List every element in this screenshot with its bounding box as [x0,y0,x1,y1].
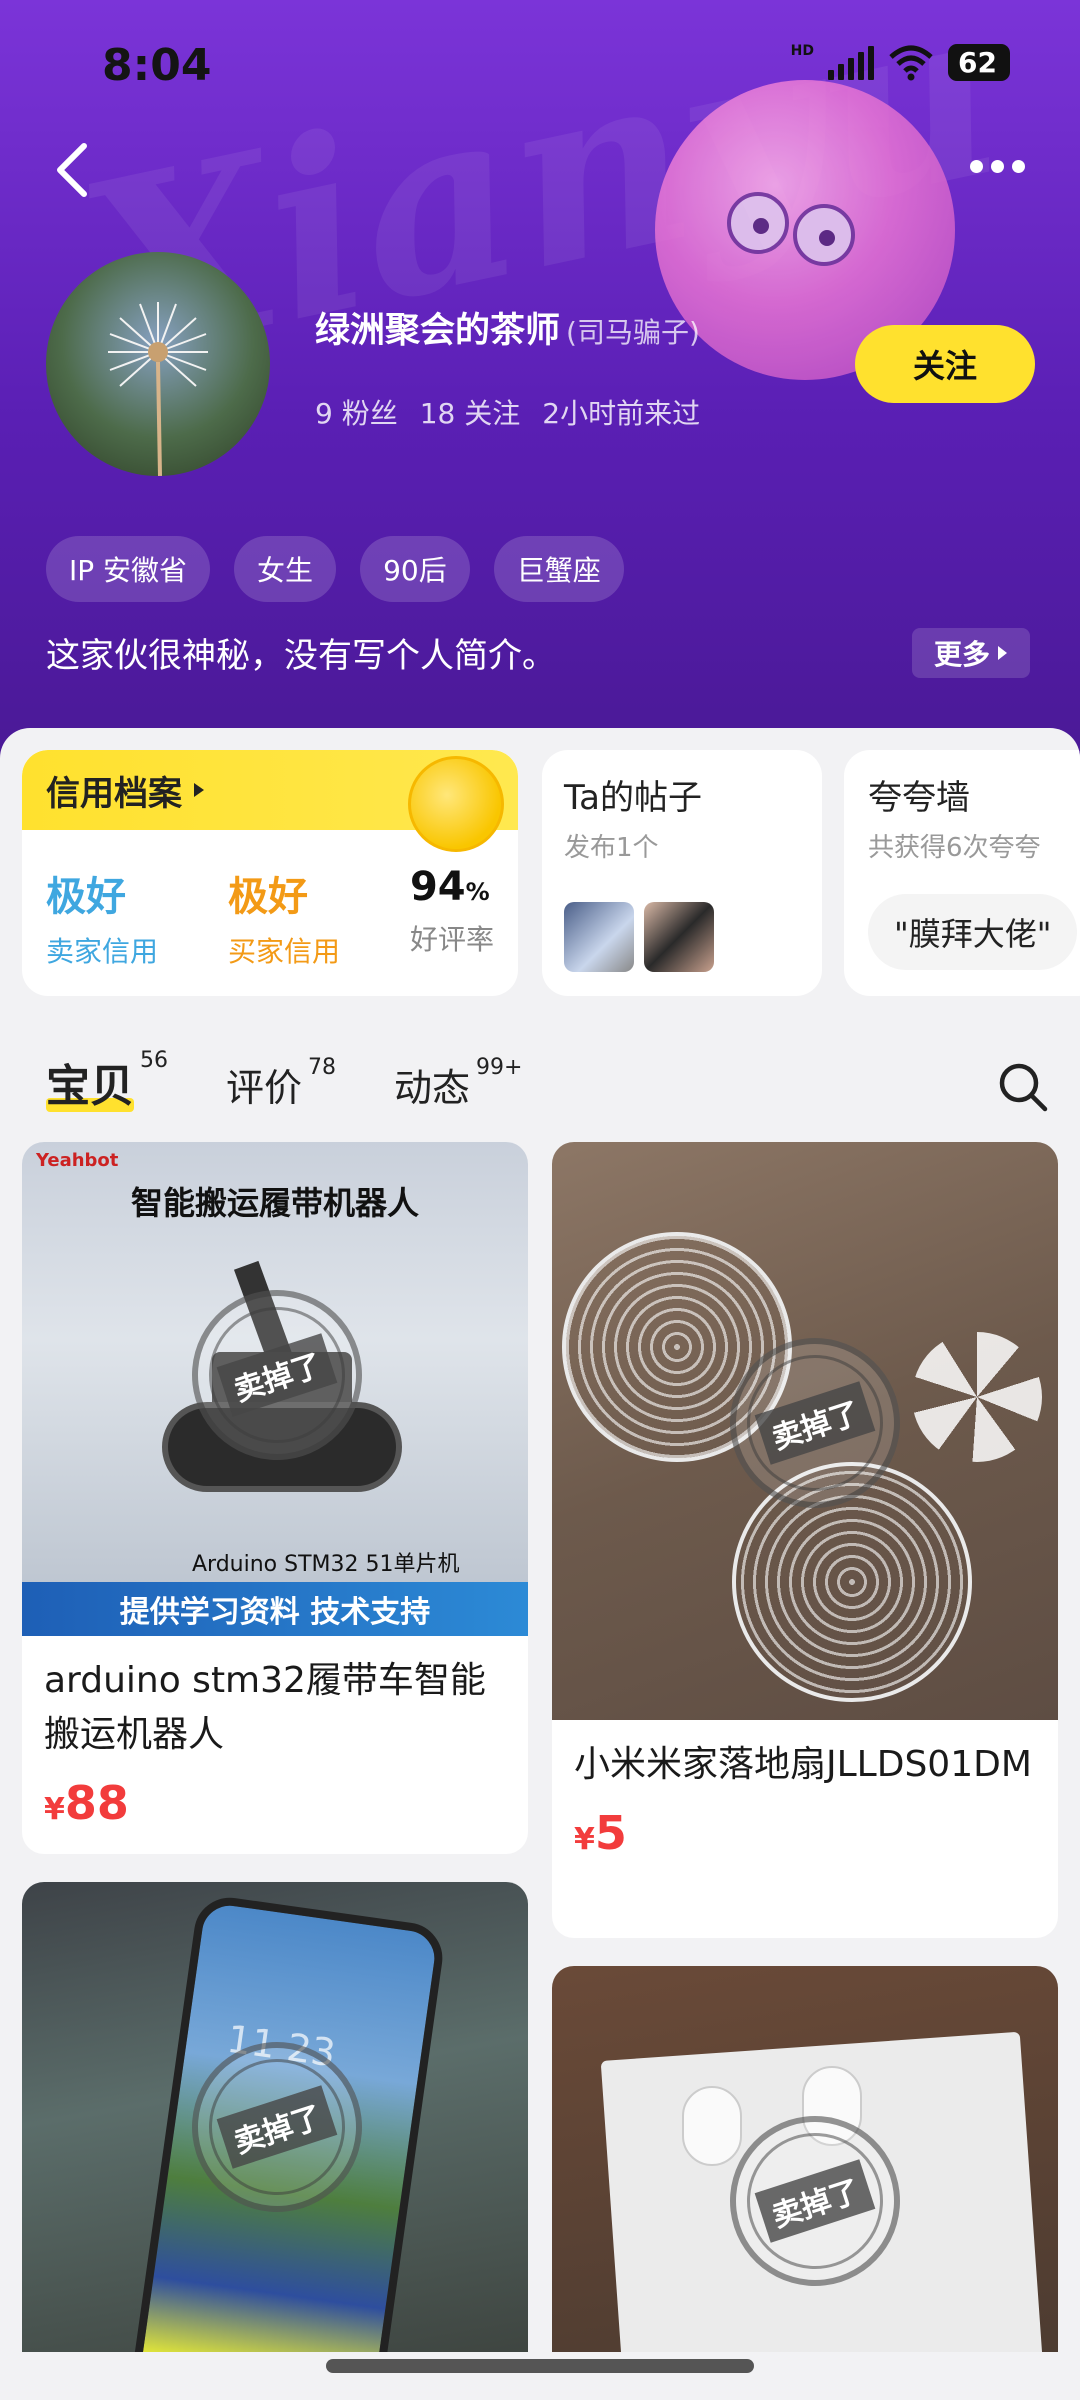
positive-rate-value: 94 [409,864,466,910]
product-card[interactable]: 11 23 卖掉了 [22,1882,528,2400]
profile-tags: IP 安徽省 女生 90后 巨蟹座 [46,536,624,602]
image-banner: 提供学习资料 技术支持 [22,1582,528,1636]
following-count[interactable]: 18 关注 [420,392,521,432]
seller-credit: 极好 卖家信用 [46,864,158,970]
content-tabs: 宝贝 56 评价 78 动态 99+ [46,1048,523,1114]
avatar[interactable] [46,252,270,476]
follow-button[interactable]: 关注 [855,325,1035,403]
tag-gender: 女生 [234,536,337,602]
credit-title: 信用档案 [46,773,182,814]
seller-credit-value: 极好 [46,874,126,920]
praise-wall-subtitle: 共获得6次夸夸 [868,833,1041,863]
credit-card[interactable]: 信用档案 极好 卖家信用 极好 买家信用 94% 好评率 [22,750,518,996]
profile-content: 信用档案 极好 卖家信用 极好 买家信用 94% 好评率 Ta的帖子 发布1个 [0,728,1080,2400]
post-thumbnail[interactable] [564,902,634,972]
tag-ip: IP 安徽省 [46,536,211,602]
product-card[interactable]: 卖掉了 小米米家落地扇JLLDS01DM ¥5 [552,1142,1058,1938]
percent-unit: % [465,878,490,906]
sold-label: 卖掉了 [216,1333,338,1417]
caret-right-icon [194,783,204,797]
battery-icon: 62 [948,44,1010,81]
more-bio-button[interactable]: 更多 [912,628,1030,678]
praise-wall-card[interactable]: 夸夸墙 共获得6次夸夸 "膜拜大佬" [844,750,1080,996]
caret-right-icon [998,646,1007,660]
back-arrow-icon[interactable] [48,140,104,200]
fans-count[interactable]: 9 粉丝 [315,392,398,432]
tab-count: 78 [308,1055,337,1080]
tab-label: 宝贝 [46,1050,134,1114]
posts-title: Ta的帖子 [564,778,702,818]
profile-header: Xianyu 8:04 HD 62 绿洲聚会的茶师 (司马骗子) 9 粉丝 18… [0,0,1080,760]
price-value: 5 [594,1806,627,1860]
mascot-eye [727,192,789,254]
tab-label: 动态 [394,1066,471,1110]
status-bar: 8:04 HD 62 [0,30,1080,100]
dandelion-photo [108,302,208,476]
more-bio-label: 更多 [933,638,990,671]
seller-credit-label: 卖家信用 [46,935,159,968]
tab-count: 99+ [476,1055,523,1080]
brand-logo: Yeahbot [36,1150,119,1171]
tag-age: 90后 [360,536,470,602]
home-indicator[interactable] [326,2359,754,2373]
status-time: 8:04 [102,40,212,91]
positive-rate: 94% 好评率 [410,864,494,970]
wifi-icon [889,45,933,80]
price-value: 88 [64,1776,129,1830]
product-image[interactable]: 11 23 卖掉了 [22,1882,528,2400]
tab-label: 评价 [226,1066,303,1110]
more-options-icon[interactable] [970,160,1030,182]
sold-label: 卖掉了 [216,2085,338,2169]
tab-count: 56 [140,1048,168,1073]
positive-rate-label: 好评率 [409,923,494,956]
buyer-credit-value: 极好 [227,874,308,920]
profile-alias: (司马骗子) [566,316,700,349]
posts-subtitle: 发布1个 [564,833,659,863]
currency-symbol: ¥ [574,1822,595,1857]
buyer-credit: 极好 买家信用 [228,864,340,970]
image-subline: Arduino STM32 51单片机 [192,1552,460,1577]
credit-mascot-icon [408,756,504,852]
sold-label: 卖掉了 [754,1381,876,1465]
post-thumbnail[interactable] [644,902,714,972]
tag-zodiac: 巨蟹座 [493,536,624,602]
profile-bio: 这家伙很神秘，没有写个人简介。 [46,636,556,676]
earbud-illustration [682,2086,742,2166]
posts-card[interactable]: Ta的帖子 发布1个 [542,750,822,996]
praise-quote: "膜拜大佬" [868,894,1078,970]
praise-wall-title: 夸夸墙 [868,778,970,818]
mascot-eye [793,204,855,266]
product-title: 小米米家落地扇JLLDS01DM [574,1744,1032,1785]
profile-name: 绿洲聚会的茶师 [315,311,561,351]
fan-blade-illustration [912,1332,1042,1462]
currency-symbol: ¥ [44,1792,65,1827]
product-price: ¥5 [552,1792,1058,1874]
tab-items[interactable]: 宝贝 56 [46,1048,168,1114]
tab-reviews[interactable]: 评价 78 [226,1055,337,1112]
product-card[interactable]: Yeahbot 智能搬运履带机器人 Arduino STM32 51单片机 提供… [22,1142,528,1854]
product-title: arduino stm32履带车智能搬运机器人 [44,1660,486,1755]
product-image[interactable]: 卖掉了 [552,1966,1058,2400]
buyer-credit-label: 买家信用 [227,935,340,968]
search-icon[interactable] [996,1060,1050,1114]
image-headline: 智能搬运履带机器人 [130,1184,419,1222]
sold-label: 卖掉了 [754,2159,876,2243]
product-image[interactable]: Yeahbot 智能搬运履带机器人 Arduino STM32 51单片机 提供… [22,1142,528,1636]
product-image[interactable]: 卖掉了 [552,1142,1058,1720]
product-card[interactable]: 卖掉了 [552,1966,1058,2400]
last-seen: 2小时前来过 [542,397,701,430]
product-price: ¥88 [22,1762,528,1844]
network-type: HD [790,42,814,59]
tab-activity[interactable]: 动态 99+ [394,1055,523,1112]
signal-icon [828,45,874,80]
